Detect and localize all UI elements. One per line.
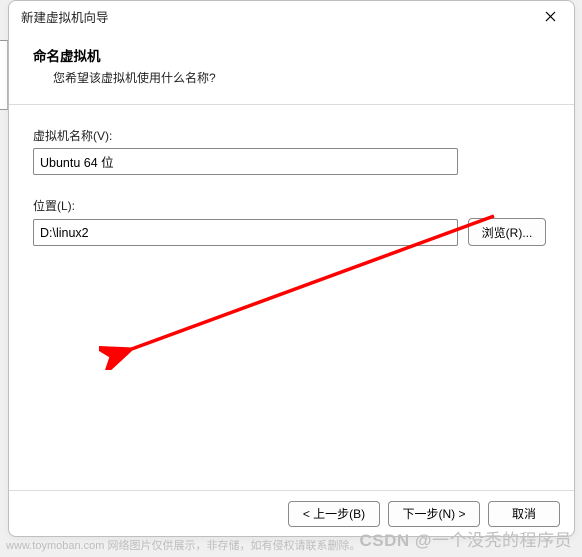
wizard-content: 虚拟机名称(V): 位置(L): 浏览(R)... bbox=[9, 105, 574, 490]
header-title: 命名虚拟机 bbox=[33, 45, 550, 65]
browse-button[interactable]: 浏览(R)... bbox=[468, 218, 546, 246]
cancel-button[interactable]: 取消 bbox=[488, 501, 560, 527]
vm-location-label: 位置(L): bbox=[33, 197, 550, 214]
titlebar: 新建虚拟机向导 bbox=[9, 1, 574, 31]
close-icon bbox=[545, 11, 556, 22]
watermark-author-name: 一个没秃的程序员 bbox=[432, 531, 572, 550]
left-edge-fragment bbox=[0, 40, 8, 110]
vm-location-input[interactable] bbox=[33, 219, 458, 246]
name-field-row: 虚拟机名称(V): bbox=[33, 127, 550, 175]
next-button[interactable]: 下一步(N) > bbox=[388, 501, 480, 527]
wizard-window: 新建虚拟机向导 命名虚拟机 您希望该虚拟机使用什么名称? 虚拟机名称(V): 位… bbox=[8, 0, 575, 537]
header-subtitle: 您希望该虚拟机使用什么名称? bbox=[33, 69, 550, 86]
watermark-author: CSDN @一个没秃的程序员 bbox=[360, 526, 572, 551]
watermark-csdn: CSDN @ bbox=[360, 531, 432, 550]
vm-name-label: 虚拟机名称(V): bbox=[33, 127, 550, 144]
back-button[interactable]: < 上一步(B) bbox=[288, 501, 380, 527]
vm-name-input[interactable] bbox=[33, 148, 458, 175]
watermark-source: www.toymoban.com 网络图片仅供展示，非存储，如有侵权请联系删除。 bbox=[6, 537, 360, 553]
location-field-row: 位置(L): 浏览(R)... bbox=[33, 197, 550, 246]
close-button[interactable] bbox=[534, 2, 566, 30]
window-title: 新建虚拟机向导 bbox=[21, 7, 534, 26]
wizard-header: 命名虚拟机 您希望该虚拟机使用什么名称? bbox=[9, 31, 574, 105]
